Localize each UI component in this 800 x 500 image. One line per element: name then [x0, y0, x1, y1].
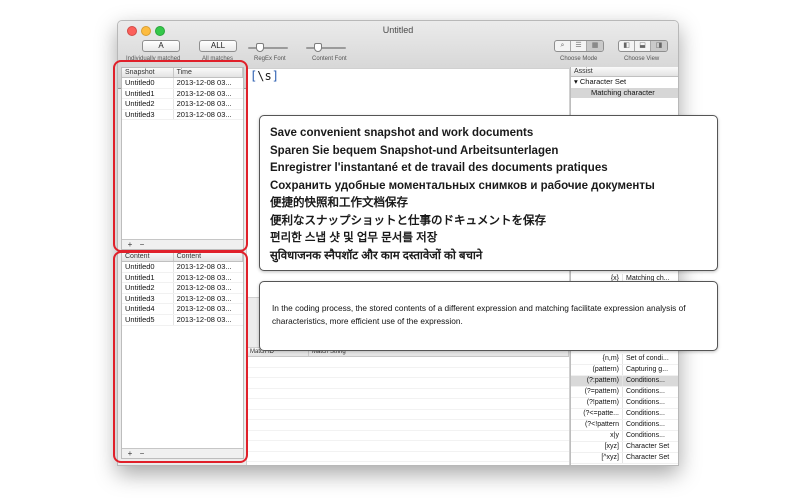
content-font-slider[interactable] [306, 43, 346, 52]
mode-segmented-control[interactable]: ⌕ ☰ ▦ [554, 40, 604, 52]
list-item[interactable]: (?<=patte... Conditions... [571, 409, 678, 420]
snapshot-highlight-box [113, 60, 248, 252]
list-item[interactable]: (?=pattern) Conditions... [571, 387, 678, 398]
tree-item-character-set[interactable]: ▾ Character Set [571, 77, 678, 88]
individual-match-button[interactable]: A [142, 40, 180, 52]
info-callout: In the coding process, the stored conten… [259, 281, 718, 351]
callout-line: 便捷的快照和工作文档保存 [270, 197, 408, 209]
disclosure-triangle-icon[interactable]: ▾ [574, 77, 578, 86]
regex-text[interactable]: [\s] [250, 69, 279, 83]
view-segmented-control[interactable]: ◧ ⬓ ◨ [618, 40, 668, 52]
all-matches-button[interactable]: ALL [199, 40, 237, 52]
callout-line: 편리한 스냅 샷 및 업무 문서를 저장 [270, 232, 438, 244]
list-item[interactable]: (?!pattern) Conditions... [571, 398, 678, 409]
tree-item-matching-character[interactable]: Matching character [571, 87, 678, 98]
slider-knob[interactable] [314, 43, 322, 52]
content-font-label: Content Font [312, 56, 347, 62]
mode-list-icon[interactable]: ☰ [571, 41, 587, 51]
match-rows [247, 357, 569, 465]
assist-tree: ▾ Character Set Matching character [571, 77, 678, 98]
list-item[interactable]: (?:pattern) Conditions... [571, 376, 678, 387]
view-bottom-icon[interactable]: ⬓ [635, 41, 651, 51]
callout-line: Enregistrer l'instantané et de travail d… [270, 162, 608, 174]
match-results-table: Match ID Match String [246, 347, 570, 465]
callout-line: Sparen Sie bequem Snapshot-und Arbeitsun… [270, 144, 559, 157]
window-title: Untitled [382, 25, 414, 35]
list-item[interactable]: (pattern) Capturing g... [571, 365, 678, 376]
list-item[interactable]: [^xyz] Character Set [571, 453, 678, 464]
regex-font-label: RegEx Font [254, 56, 286, 62]
list-item[interactable]: x|y Conditions... [571, 431, 678, 442]
mode-search-icon[interactable]: ⌕ [555, 41, 571, 51]
multilingual-callout: Save convenient snapshot and work docume… [259, 115, 718, 271]
list-item[interactable]: (?<!pattern Conditions... [571, 420, 678, 431]
view-left-icon[interactable]: ◧ [619, 41, 635, 51]
callout-line: सुविधाजनक स्नैपशॉट और काम दस्तावेजों को … [270, 249, 483, 262]
choose-mode-label: Choose Mode [560, 56, 598, 62]
list-item[interactable]: [xyz] Character Set [571, 442, 678, 453]
callout-line: Save convenient snapshot and work docume… [270, 127, 534, 139]
content-highlight-box [113, 251, 248, 463]
mode-grid-icon[interactable]: ▦ [587, 41, 603, 51]
regex-font-slider[interactable] [248, 43, 288, 52]
callout-line: Сохранить удобные моментальных снимков и… [270, 179, 655, 192]
assist-header: Assist [571, 67, 678, 77]
list-item[interactable]: {n,m} Set of condi... [571, 354, 678, 365]
info-callout-text: In the coding process, the stored conten… [272, 303, 686, 326]
callout-line: 便利なスナップショットと仕事のドキュメントを保存 [270, 214, 546, 227]
choose-view-label: Choose View [624, 56, 660, 62]
view-right-icon[interactable]: ◨ [651, 41, 667, 51]
slider-knob[interactable] [256, 43, 264, 52]
